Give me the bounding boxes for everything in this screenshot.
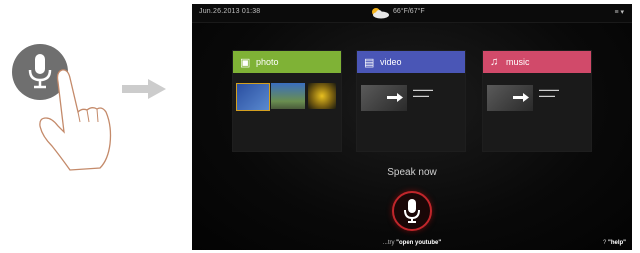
photo-thumbnail[interactable]	[236, 83, 270, 111]
menu-icon[interactable]: ≡ ▾	[614, 8, 624, 16]
card-photo-body	[233, 73, 341, 151]
forward-arrow-icon	[513, 93, 529, 102]
card-video-header: ▤ video	[357, 51, 465, 73]
card-video-body: ▬▬▬▬▬ ▬▬▬▬	[357, 73, 465, 151]
help-hint[interactable]: ? "help"	[603, 240, 626, 246]
card-music-header: ♫ music	[483, 51, 591, 73]
card-photo-header: ▣ photo	[233, 51, 341, 73]
photo-icon: ▣	[240, 57, 251, 69]
forward-arrow-icon	[387, 93, 403, 102]
partly-cloudy-icon	[372, 8, 389, 19]
voice-mic-button[interactable]	[392, 191, 432, 231]
music-thumbnail[interactable]	[487, 85, 533, 111]
help-label: "help"	[607, 240, 626, 246]
music-note-icon: ♫	[490, 56, 499, 68]
video-info-text: ▬▬▬▬▬ ▬▬▬▬	[413, 87, 433, 98]
card-video[interactable]: ▤ video ▬▬▬▬▬ ▬▬▬▬	[356, 50, 466, 152]
help-icon: ?	[602, 240, 607, 246]
card-music[interactable]: ♫ music ▬▬▬▬▬ ▬▬▬▬	[482, 50, 592, 152]
voice-hint: ...try "open youtube"	[192, 240, 632, 246]
voice-instruction-illustration	[0, 0, 175, 253]
pointing-hand-icon	[39, 69, 112, 171]
card-video-label: video	[380, 57, 402, 67]
music-info-text: ▬▬▬▬▬ ▬▬▬▬	[539, 87, 559, 98]
photo-thumbnail[interactable]	[308, 83, 336, 109]
right-arrow-icon	[122, 79, 166, 99]
tv-screen: Jun.26.2013 01:38 66°F/67°F ≡ ▾ ▣ photo …	[192, 4, 632, 250]
video-thumbnail[interactable]	[361, 85, 407, 111]
date-time: Jun.26.2013 01:38	[199, 8, 261, 15]
photo-thumbnail[interactable]	[271, 83, 305, 109]
voice-hint-prefix: ...try	[382, 240, 397, 246]
temperature: 66°F/67°F	[393, 8, 425, 15]
card-music-body: ▬▬▬▬▬ ▬▬▬▬	[483, 73, 591, 151]
microphone-icon	[404, 199, 420, 223]
status-bar: Jun.26.2013 01:38 66°F/67°F ≡ ▾	[192, 4, 632, 23]
card-photo-label: photo	[256, 57, 279, 67]
card-photo[interactable]: ▣ photo	[232, 50, 342, 152]
card-music-label: music	[506, 57, 530, 67]
voice-hint-query: "open youtube"	[396, 240, 442, 246]
speak-now-prompt: Speak now	[387, 167, 437, 178]
film-icon: ▤	[364, 57, 375, 69]
